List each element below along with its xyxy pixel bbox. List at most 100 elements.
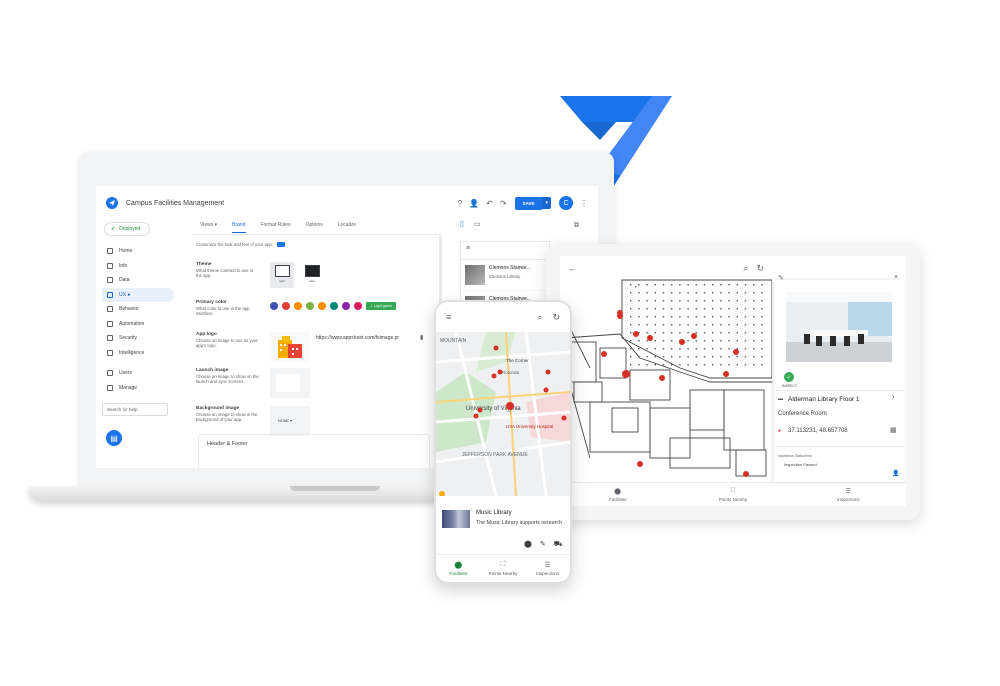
nav-label: Facilities <box>449 571 468 576</box>
header-footer-section[interactable]: Header & Footer <box>198 434 430 468</box>
theme-desc: What theme contrast to use in the app. <box>196 268 254 278</box>
phone-bottom-nav: ⬤ Facilities ⛶ Points Nearby ☰ Inspections <box>436 554 570 582</box>
launch-image-label: Launch image <box>196 368 229 373</box>
sidebar-item-users[interactable]: Users <box>102 366 174 381</box>
nav-inspections[interactable]: ☰ Inspections <box>791 483 906 506</box>
building-icon <box>278 336 302 358</box>
nav-inspections[interactable]: ☰ Inspections <box>525 555 570 582</box>
nav-points-nearby[interactable]: ⛶ Points Nearby <box>675 483 790 506</box>
tab-localize[interactable]: Localize <box>338 222 356 233</box>
deployed-badge[interactable]: ✔ Deployed <box>104 222 150 236</box>
more-vert-icon[interactable]: ⋮ <box>580 199 588 208</box>
nav-label: Inspections <box>836 496 860 502</box>
background-none-select[interactable]: NONE ▾ <box>278 418 292 423</box>
app-title: Campus Facilities Management <box>126 199 225 207</box>
help-search-input[interactable]: Search for help <box>102 403 168 416</box>
logo-url-field[interactable]: https://www.appsheet.com/fsimage.pr <box>316 335 399 341</box>
logo-preview[interactable] <box>270 332 310 362</box>
edit-icon[interactable]: ✎ <box>540 540 546 549</box>
map-label-hospital: UVA University Hospital <box>506 424 553 429</box>
sidebar-item-automation[interactable]: Automation <box>102 317 174 332</box>
sidebar-item-info[interactable]: Info <box>102 259 174 274</box>
color-swatch[interactable] <box>318 302 326 310</box>
chat-fab-icon[interactable]: ▤ <box>106 430 122 446</box>
save-button[interactable]: SAVE <box>514 196 543 210</box>
refresh-icon[interactable]: ↻ <box>756 263 764 274</box>
sidebar-item-intelligence[interactable]: Intelligence <box>102 346 174 361</box>
sidebar-item-behavior[interactable]: Behavior <box>102 302 174 317</box>
launch-image-picker[interactable] <box>270 368 310 398</box>
info-icon <box>107 262 113 269</box>
tab-views[interactable]: Views ▾ <box>200 222 217 233</box>
nav-facilities[interactable]: ⬤ Facilities <box>560 483 675 506</box>
menu-icon[interactable]: ≡ <box>461 242 549 260</box>
avatar[interactable]: C <box>559 196 573 210</box>
sidebar-item-label: UX ● <box>119 291 131 298</box>
save-dropdown-icon[interactable]: ▾ <box>542 197 551 209</box>
color-swatch[interactable] <box>282 302 290 310</box>
help-icon[interactable]: ? <box>458 199 462 208</box>
preview-device-toggle: ▯ ▭ <box>460 220 480 228</box>
floor-plan-map[interactable] <box>560 278 772 484</box>
phone-preview-icon[interactable]: ▯ <box>460 220 464 228</box>
file-icon[interactable]: ▮ <box>420 334 423 341</box>
map-label-mountain: MOUNTAIN <box>440 338 467 344</box>
sidebar-item-label: Users <box>119 370 133 377</box>
preview-toggle-icon[interactable] <box>276 242 285 247</box>
nav-label: Points Nearby <box>488 571 518 576</box>
tab-brand[interactable]: Brand <box>232 222 246 233</box>
nav-label: Inspections <box>536 571 560 576</box>
search-icon[interactable]: ⌕ <box>537 312 542 323</box>
menu-icon[interactable]: ≡ <box>446 312 451 322</box>
editor-topbar: Campus Facilities Management ? 👤 ↶ ↷ SAV… <box>96 186 598 220</box>
theme-dark-option[interactable]: dark <box>300 262 324 288</box>
color-swatch[interactable] <box>330 302 338 310</box>
share-icon[interactable]: 👤 <box>469 199 479 208</box>
nav-points-nearby[interactable]: ⛶ Points Nearby <box>481 555 526 582</box>
behavior-icon <box>107 306 113 313</box>
nav-facilities[interactable]: ⬤ Facilities <box>436 555 481 582</box>
theme-light-option[interactable]: light <box>270 262 294 288</box>
car-icon[interactable]: ⛟ <box>554 540 563 549</box>
close-icon[interactable]: × <box>894 274 898 281</box>
location-icon: ⬤ <box>614 488 622 495</box>
color-swatch[interactable] <box>306 302 314 310</box>
list-item[interactable]: Clemons Stairwe... Clemons Library <box>461 260 549 291</box>
sidebar-item-label: Data <box>119 277 130 284</box>
search-icon[interactable]: ⌕ <box>743 263 748 274</box>
campus-map[interactable]: MOUNTAIN The Corner Rotunda University o… <box>436 332 570 496</box>
open-external-icon[interactable]: ⧉ <box>574 222 579 230</box>
chevron-right-icon[interactable]: › <box>892 394 894 401</box>
color-swatch[interactable] <box>354 302 362 310</box>
conference-room-image <box>786 292 892 362</box>
redo-icon[interactable]: ↷ <box>500 199 507 208</box>
automation-icon <box>107 320 113 327</box>
location-icon: ⬤ <box>454 562 463 569</box>
selected-color-chip[interactable]: ✓ Light green <box>366 302 396 310</box>
person-add-icon[interactable]: 👤 <box>892 470 899 477</box>
facility-card[interactable]: Music Library The Music Library supports… <box>440 506 568 554</box>
back-arrow-icon[interactable]: ← <box>568 263 577 273</box>
undo-icon[interactable]: ↶ <box>486 199 493 208</box>
map-icon[interactable]: ▦ <box>890 426 897 434</box>
nav-label: Points Nearby <box>718 496 748 502</box>
sidebar-item-ux[interactable]: UX ● <box>102 287 174 302</box>
tab-format-rules[interactable]: Format Rules <box>261 222 291 233</box>
inspect-action-icon[interactable]: ✓ <box>784 372 794 382</box>
manage-icon <box>107 384 113 391</box>
color-swatch[interactable] <box>342 302 350 310</box>
sidebar-item-security[interactable]: Security <box>102 331 174 346</box>
sidebar-item-manage[interactable]: Manage <box>102 381 174 396</box>
facility-card-title: Music Library <box>476 510 512 516</box>
edit-icon[interactable]: ✎ <box>778 274 784 282</box>
primary-color-row: Primary color What color to use in the a… <box>196 300 436 316</box>
color-swatch[interactable] <box>270 302 278 310</box>
location-icon[interactable]: ⬤ <box>524 540 532 549</box>
tablet-screen: ← ⌕ ↻ ✎ × ✓ INSPECT ▬ Alderman Library F… <box>560 256 906 506</box>
color-swatch[interactable] <box>294 302 302 310</box>
tab-options[interactable]: Options <box>306 222 323 233</box>
sidebar-item-data[interactable]: Data <box>102 273 174 288</box>
refresh-icon[interactable]: ↻ <box>552 312 560 323</box>
sidebar-item-home[interactable]: Home <box>102 244 174 259</box>
tablet-preview-icon[interactable]: ▭ <box>474 220 481 228</box>
